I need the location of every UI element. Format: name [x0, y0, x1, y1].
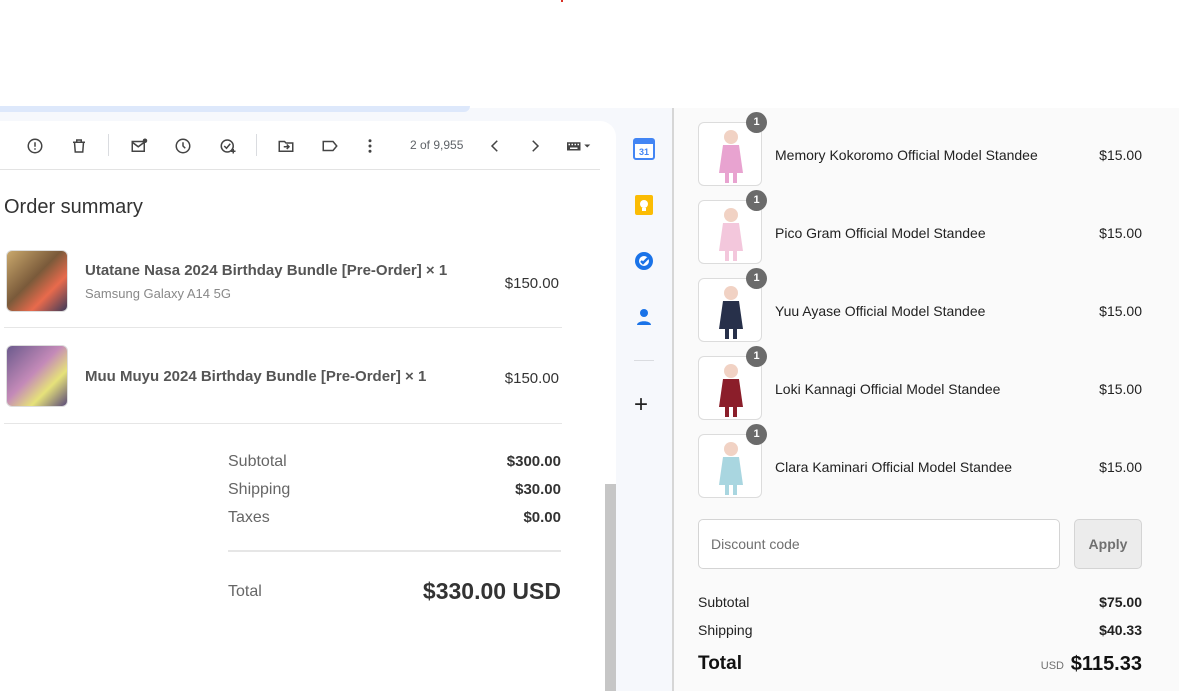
- apply-discount-button[interactable]: Apply: [1074, 519, 1142, 569]
- cart-item: 1 Pico Gram Official Model Standee $15.0…: [698, 190, 1142, 264]
- item-price: $150.00: [504, 370, 559, 387]
- subtotal-label: Subtotal: [228, 453, 287, 470]
- cart-item: 1 Memory Kokoromo Official Model Standee…: [698, 112, 1142, 186]
- item-name: Muu Muyu 2024 Birthday Bundle [Pre-Order…: [85, 368, 427, 385]
- summary-divider: [228, 550, 561, 552]
- keep-icon: [635, 195, 653, 215]
- item-price: $150.00: [504, 275, 559, 292]
- total-value: $330.00 USD: [422, 578, 561, 604]
- snooze-button[interactable]: [170, 133, 196, 159]
- folder-move-icon: [278, 140, 294, 152]
- item-name: Yuu Ayase Official Model Standee: [775, 303, 986, 319]
- order-item: Utatane Nasa 2024 Birthday Bundle [Pre-O…: [4, 232, 562, 328]
- shipping-label: Shipping: [698, 622, 753, 638]
- quantity-badge: 1: [746, 112, 767, 133]
- cart-item: 1 Loki Kannagi Official Model Standee $1…: [698, 346, 1142, 420]
- pagination-count: 2 of 9,955: [410, 138, 464, 152]
- scrollbar-thumb[interactable]: [605, 484, 616, 691]
- cart-item: 1 Clara Kaminari Official Model Standee …: [698, 424, 1142, 498]
- report-spam-button[interactable]: [22, 133, 48, 159]
- mark-unread-button[interactable]: [126, 133, 152, 159]
- shipping-row: Shipping $40.33: [698, 622, 1142, 638]
- report-icon: [27, 138, 43, 154]
- cart-item: 1 Yuu Ayase Official Model Standee $15.0…: [698, 268, 1142, 342]
- mail-dot-icon: [131, 138, 148, 152]
- item-price: $15.00: [1099, 381, 1142, 397]
- older-button[interactable]: [522, 133, 548, 159]
- contacts-app-button[interactable]: [633, 306, 655, 328]
- keep-app-button[interactable]: [633, 194, 655, 216]
- chevron-right-icon: [532, 140, 540, 152]
- product-thumbnail: [6, 250, 68, 312]
- rail-separator: [634, 360, 654, 361]
- subtotal-label: Subtotal: [698, 594, 750, 610]
- toolbar-separator: [108, 134, 109, 156]
- calendar-icon: 31: [633, 138, 655, 160]
- item-price: $15.00: [1099, 459, 1142, 475]
- quantity-badge: 1: [746, 190, 767, 211]
- quantity-badge: 1: [746, 268, 767, 289]
- email-toolbar: 2 of 9,955: [0, 121, 600, 170]
- subtotal-value: $75.00: [1099, 594, 1142, 610]
- side-panel-rail: 31 +: [616, 108, 672, 691]
- item-price: $15.00: [1099, 303, 1142, 319]
- trash-icon: [73, 139, 85, 153]
- email-view: 2 of 9,955 Order summary Utatane Nasa 20…: [0, 121, 616, 691]
- calendar-app-button[interactable]: 31: [633, 138, 655, 160]
- item-name: Clara Kaminari Official Model Standee: [775, 459, 1013, 475]
- more-vert-icon: [368, 139, 372, 153]
- contacts-icon: [637, 309, 651, 325]
- order-summary-title: Order summary: [4, 196, 143, 218]
- quantity-badge: 1: [746, 424, 767, 445]
- keyboard-icon: [567, 142, 591, 151]
- add-task-icon: [220, 139, 236, 154]
- red-dot: [561, 0, 563, 2]
- product-thumbnail: [6, 345, 68, 407]
- screen: 2 of 9,955 Order summary Utatane Nasa 20…: [0, 0, 1179, 691]
- input-tools-button[interactable]: [560, 133, 598, 159]
- discount-code-input[interactable]: [698, 519, 1060, 569]
- total-label: Total: [228, 583, 262, 600]
- order-item: Muu Muyu 2024 Birthday Bundle [Pre-Order…: [4, 328, 562, 424]
- clock-icon: [175, 138, 191, 154]
- calendar-date: 31: [639, 147, 649, 157]
- item-name: Utatane Nasa 2024 Birthday Bundle [Pre-O…: [85, 262, 448, 279]
- tasks-app-button[interactable]: [633, 250, 655, 272]
- chevron-left-icon: [490, 140, 498, 152]
- total-value: $115.33: [1070, 653, 1142, 675]
- item-price: $15.00: [1099, 147, 1142, 163]
- subtotal-row: Subtotal $300.00: [228, 453, 561, 471]
- label-icon: [322, 140, 338, 152]
- labels-button[interactable]: [317, 133, 343, 159]
- shipping-label: Shipping: [228, 481, 291, 498]
- gmail-header-strip: [0, 106, 470, 112]
- item-name: Loki Kannagi Official Model Standee: [775, 381, 1001, 397]
- taxes-row: Taxes $0.00: [228, 509, 561, 527]
- taxes-value: $0.00: [523, 509, 561, 526]
- shipping-row: Shipping $30.00: [228, 481, 561, 499]
- quantity-badge: 1: [746, 346, 767, 367]
- currency-code: USD: [1040, 660, 1064, 672]
- shipping-value: $40.33: [1099, 622, 1142, 638]
- item-name: Pico Gram Official Model Standee: [775, 225, 986, 241]
- shipping-value: $30.00: [515, 481, 561, 498]
- newer-button[interactable]: [482, 133, 508, 159]
- item-name: Memory Kokoromo Official Model Standee: [775, 147, 1038, 163]
- more-options-button[interactable]: [357, 133, 383, 159]
- item-variant: Samsung Galaxy A14 5G: [85, 286, 231, 301]
- total-label: Total: [698, 653, 742, 674]
- add-on-plus-icon[interactable]: +: [634, 393, 648, 417]
- delete-button[interactable]: [66, 133, 92, 159]
- checkout-summary: 1 Memory Kokoromo Official Model Standee…: [674, 108, 1179, 691]
- move-to-button[interactable]: [273, 133, 299, 159]
- tasks-icon: [635, 252, 653, 270]
- total-row: Total USD $115.33: [698, 653, 1142, 675]
- add-to-tasks-button[interactable]: [215, 133, 241, 159]
- item-price: $15.00: [1099, 225, 1142, 241]
- subtotal-value: $300.00: [506, 453, 561, 470]
- subtotal-row: Subtotal $75.00: [698, 594, 1142, 610]
- toolbar-separator: [256, 134, 257, 156]
- taxes-label: Taxes: [228, 509, 270, 526]
